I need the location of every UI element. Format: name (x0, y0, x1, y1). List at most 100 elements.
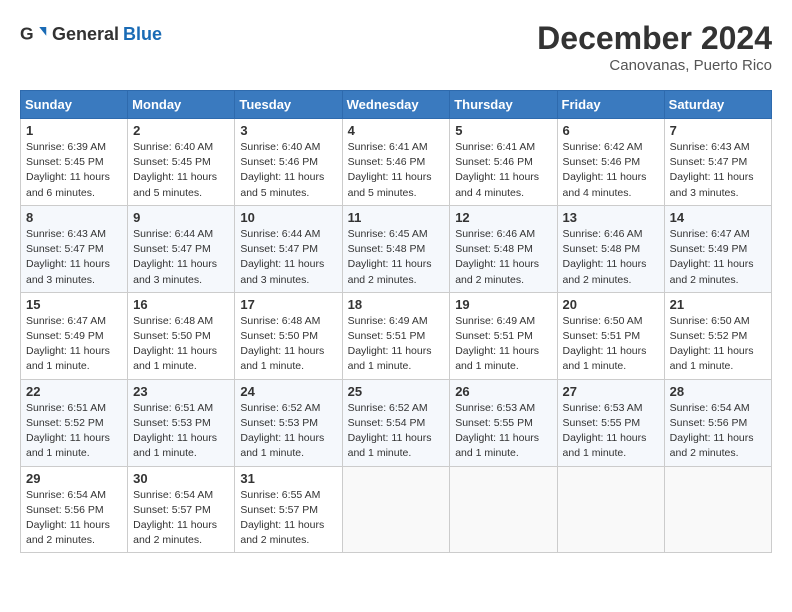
calendar-day-cell (342, 466, 450, 553)
day-number: 25 (348, 384, 445, 399)
calendar-day-cell (450, 466, 557, 553)
day-number: 23 (133, 384, 229, 399)
day-number: 2 (133, 123, 229, 138)
weekday-header-cell: Friday (557, 91, 664, 119)
calendar-day-cell: 3Sunrise: 6:40 AMSunset: 5:46 PMDaylight… (235, 119, 342, 206)
day-number: 24 (240, 384, 336, 399)
weekday-header-cell: Monday (128, 91, 235, 119)
calendar-day-cell: 21 Sunrise: 6:50 AMSunset: 5:52 PMDayligh… (664, 292, 771, 379)
weekday-header-cell: Thursday (450, 91, 557, 119)
calendar-day-cell: 14 Sunrise: 6:47 AMSunset: 5:49 PMDayligh… (664, 205, 771, 292)
day-info: Sunrise: 6:40 AMSunset: 5:45 PMDaylight:… (133, 140, 229, 201)
location-subtitle: Canovanas, Puerto Rico (537, 57, 772, 74)
svg-text:G: G (20, 23, 34, 43)
day-info: Sunrise: 6:52 AMSunset: 5:54 PMDaylight:… (348, 401, 445, 462)
calendar-day-cell: 9 Sunrise: 6:44 AMSunset: 5:47 PMDaylight… (128, 205, 235, 292)
calendar-day-cell: 25 Sunrise: 6:52 AMSunset: 5:54 PMDayligh… (342, 379, 450, 466)
day-number: 31 (240, 471, 336, 486)
day-info: Sunrise: 6:43 AMSunset: 5:47 PMDaylight:… (670, 140, 766, 201)
day-number: 28 (670, 384, 766, 399)
day-number: 12 (455, 210, 551, 225)
calendar-day-cell: 7 Sunrise: 6:43 AMSunset: 5:47 PMDaylight… (664, 119, 771, 206)
day-info: Sunrise: 6:47 AMSunset: 5:49 PMDaylight:… (670, 227, 766, 288)
calendar-day-cell: 30 Sunrise: 6:54 AMSunset: 5:57 PMDayligh… (128, 466, 235, 553)
day-number: 4 (348, 123, 445, 138)
day-number: 21 (670, 297, 766, 312)
calendar-day-cell: 1 Sunrise: 6:39 AMSunset: 5:45 PMDaylight… (21, 119, 128, 206)
title-block: December 2024 Canovanas, Puerto Rico (537, 20, 772, 74)
day-info: Sunrise: 6:54 AMSunset: 5:56 PMDaylight:… (26, 488, 122, 549)
weekday-header-cell: Tuesday (235, 91, 342, 119)
month-year-title: December 2024 (537, 20, 772, 57)
day-info: Sunrise: 6:54 AMSunset: 5:57 PMDaylight:… (133, 488, 229, 549)
day-number: 14 (670, 210, 766, 225)
calendar-day-cell (664, 466, 771, 553)
day-number: 16 (133, 297, 229, 312)
calendar-day-cell: 4 Sunrise: 6:41 AMSunset: 5:46 PMDaylight… (342, 119, 450, 206)
day-number: 17 (240, 297, 336, 312)
calendar-day-cell: 5Sunrise: 6:41 AMSunset: 5:46 PMDaylight… (450, 119, 557, 206)
logo-icon: G (20, 20, 48, 48)
day-number: 6 (563, 123, 659, 138)
page-header: G General Blue December 2024 Canovanas, … (20, 20, 772, 74)
day-number: 22 (26, 384, 122, 399)
day-info: Sunrise: 6:50 AMSunset: 5:52 PMDaylight:… (670, 314, 766, 375)
day-number: 9 (133, 210, 229, 225)
calendar-day-cell: 20Sunrise: 6:50 AMSunset: 5:51 PMDayligh… (557, 292, 664, 379)
day-info: Sunrise: 6:53 AMSunset: 5:55 PMDaylight:… (455, 401, 551, 462)
day-number: 20 (563, 297, 659, 312)
logo: G General Blue (20, 20, 162, 48)
weekday-header-cell: Sunday (21, 91, 128, 119)
calendar-week-row: 1 Sunrise: 6:39 AMSunset: 5:45 PMDaylight… (21, 119, 772, 206)
logo-general: General (52, 24, 119, 45)
day-info: Sunrise: 6:41 AMSunset: 5:46 PMDaylight:… (348, 140, 445, 201)
calendar-day-cell: 16 Sunrise: 6:48 AMSunset: 5:50 PMDayligh… (128, 292, 235, 379)
day-info: Sunrise: 6:47 AMSunset: 5:49 PMDaylight:… (26, 314, 122, 375)
calendar-day-cell: 8Sunrise: 6:43 AMSunset: 5:47 PMDaylight… (21, 205, 128, 292)
day-number: 10 (240, 210, 336, 225)
calendar-day-cell: 29 Sunrise: 6:54 AMSunset: 5:56 PMDayligh… (21, 466, 128, 553)
day-info: Sunrise: 6:40 AMSunset: 5:46 PMDaylight:… (240, 140, 336, 201)
day-number: 11 (348, 210, 445, 225)
day-number: 1 (26, 123, 122, 138)
calendar-day-cell: 26 Sunrise: 6:53 AMSunset: 5:55 PMDayligh… (450, 379, 557, 466)
calendar-week-row: 22Sunrise: 6:51 AMSunset: 5:52 PMDayligh… (21, 379, 772, 466)
day-info: Sunrise: 6:42 AMSunset: 5:46 PMDaylight:… (563, 140, 659, 201)
weekday-header-cell: Saturday (664, 91, 771, 119)
day-info: Sunrise: 6:54 AMSunset: 5:56 PMDaylight:… (670, 401, 766, 462)
logo-blue: Blue (123, 24, 162, 45)
day-number: 30 (133, 471, 229, 486)
calendar-day-cell: 22Sunrise: 6:51 AMSunset: 5:52 PMDayligh… (21, 379, 128, 466)
day-info: Sunrise: 6:46 AMSunset: 5:48 PMDaylight:… (563, 227, 659, 288)
day-number: 29 (26, 471, 122, 486)
day-info: Sunrise: 6:49 AMSunset: 5:51 PMDaylight:… (348, 314, 445, 375)
day-number: 19 (455, 297, 551, 312)
calendar-day-cell: 11 Sunrise: 6:45 AMSunset: 5:48 PMDayligh… (342, 205, 450, 292)
day-number: 27 (563, 384, 659, 399)
calendar-week-row: 29 Sunrise: 6:54 AMSunset: 5:56 PMDayligh… (21, 466, 772, 553)
calendar-day-cell: 13 Sunrise: 6:46 AMSunset: 5:48 PMDayligh… (557, 205, 664, 292)
day-info: Sunrise: 6:48 AMSunset: 5:50 PMDaylight:… (133, 314, 229, 375)
day-number: 8 (26, 210, 122, 225)
day-number: 13 (563, 210, 659, 225)
calendar-day-cell: 31 Sunrise: 6:55 AMSunset: 5:57 PMDayligh… (235, 466, 342, 553)
calendar-day-cell: 15Sunrise: 6:47 AMSunset: 5:49 PMDayligh… (21, 292, 128, 379)
calendar-day-cell (557, 466, 664, 553)
calendar-day-cell: 17Sunrise: 6:48 AMSunset: 5:50 PMDayligh… (235, 292, 342, 379)
day-info: Sunrise: 6:44 AMSunset: 5:47 PMDaylight:… (133, 227, 229, 288)
calendar-week-row: 8Sunrise: 6:43 AMSunset: 5:47 PMDaylight… (21, 205, 772, 292)
day-number: 26 (455, 384, 551, 399)
day-info: Sunrise: 6:45 AMSunset: 5:48 PMDaylight:… (348, 227, 445, 288)
day-info: Sunrise: 6:46 AMSunset: 5:48 PMDaylight:… (455, 227, 551, 288)
day-info: Sunrise: 6:53 AMSunset: 5:55 PMDaylight:… (563, 401, 659, 462)
day-info: Sunrise: 6:44 AMSunset: 5:47 PMDaylight:… (240, 227, 336, 288)
day-info: Sunrise: 6:52 AMSunset: 5:53 PMDaylight:… (240, 401, 336, 462)
day-info: Sunrise: 6:39 AMSunset: 5:45 PMDaylight:… (26, 140, 122, 201)
day-info: Sunrise: 6:55 AMSunset: 5:57 PMDaylight:… (240, 488, 336, 549)
calendar-day-cell: 23Sunrise: 6:51 AMSunset: 5:53 PMDayligh… (128, 379, 235, 466)
calendar-week-row: 15Sunrise: 6:47 AMSunset: 5:49 PMDayligh… (21, 292, 772, 379)
calendar-body: 1 Sunrise: 6:39 AMSunset: 5:45 PMDaylight… (21, 119, 772, 553)
calendar-day-cell: 12 Sunrise: 6:46 AMSunset: 5:48 PMDayligh… (450, 205, 557, 292)
day-number: 7 (670, 123, 766, 138)
calendar-day-cell: 24 Sunrise: 6:52 AMSunset: 5:53 PMDayligh… (235, 379, 342, 466)
